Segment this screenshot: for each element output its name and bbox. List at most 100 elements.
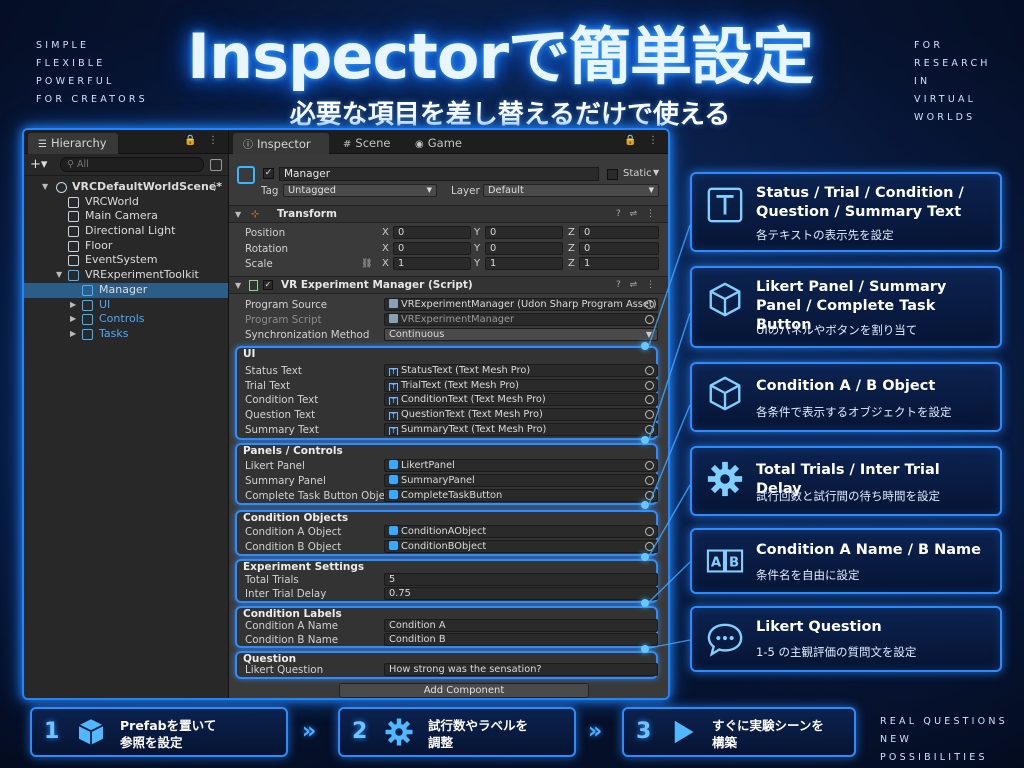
svg-text:A: A [711,556,722,571]
sync-method-value: Continuous [389,329,445,340]
rotation-z-field[interactable]: 0 [579,242,659,255]
cube-icon [68,211,79,223]
cube-icon [68,240,79,252]
total-trials-input[interactable]: 5 [384,573,658,586]
object-picker-icon[interactable] [645,410,654,419]
program-script-label: Program Script [245,314,322,326]
position-y-field[interactable]: 0 [485,226,563,239]
scale-y-field[interactable]: 1 [485,257,563,270]
tab-hierarchy[interactable]: ☰ Hierarchy [28,133,118,154]
question-text-field[interactable]: T QuestionText (Text Mesh Pro) [384,408,658,421]
hierarchy-item[interactable]: ▶ UI [24,298,228,313]
likert-panel-field[interactable]: LikertPanel [384,459,658,472]
tab-game[interactable]: ◉ Game [405,133,472,154]
component-enabled-checkbox[interactable]: ✓ [263,280,273,290]
active-checkbox[interactable]: ✓ [263,168,274,179]
filter-icon[interactable] [210,158,222,171]
hierarchy-item[interactable]: Floor [24,239,228,254]
collapse-arrow-icon[interactable]: ▼ [235,206,241,223]
hierarchy-item[interactable]: ▶ Tasks [24,327,228,342]
callout-title: Condition A Name / B Name [756,542,981,558]
summary-text-field[interactable]: T SummaryText (Text Mesh Pro) [384,423,658,436]
object-picker-icon[interactable] [645,491,654,500]
scale-x-field[interactable]: 1 [393,257,471,270]
connector-dot [641,599,649,607]
tab-inspector[interactable]: ⓘ Inspector [233,133,329,154]
summary-panel-field[interactable]: SummaryPanel [384,474,658,487]
object-picker-icon[interactable] [645,425,654,434]
status-text-field[interactable]: T StatusText (Text Mesh Pro) [384,364,658,377]
script-component-header[interactable]: ▼ ✓ VR Experiment Manager (Script) ? ⇌ ⋮ [229,276,668,294]
inter-trial-delay-input[interactable]: 0.75 [384,587,658,600]
hierarchy-item[interactable]: EventSystem [24,253,228,268]
step-text: すぐに実験シーンを 構築 [712,718,824,750]
gameobject-icon [389,526,398,535]
tagline-line: SIMPLE [36,40,90,51]
hierarchy-item-label: VRCWorld [85,194,139,208]
component-menu-icons[interactable]: ? ⇌ ⋮ [616,206,658,223]
expand-arrow-icon[interactable]: ▶ [70,312,76,327]
gameobject-icon [389,541,398,550]
more-icon[interactable]: ⋮ [209,180,220,195]
tab-scene[interactable]: # Scene [333,133,400,154]
likert-question-input[interactable]: How strong was the sensation? [384,663,658,676]
trial-text-field[interactable]: T TrialText (Text Mesh Pro) [384,379,658,392]
scale-z-field[interactable]: 1 [579,257,659,270]
expand-arrow-icon[interactable]: ▶ [70,298,76,313]
condition-text-field[interactable]: T ConditionText (Text Mesh Pro) [384,393,658,406]
object-picker-icon[interactable] [645,395,654,404]
collapse-arrow-icon[interactable]: ▼ [235,277,241,294]
sync-method-dropdown[interactable]: Continuous ▼ [384,328,658,341]
lock-icon[interactable]: 🔒 ⋮ [624,135,662,146]
expand-arrow-icon[interactable]: ▼ [42,180,48,195]
transform-header[interactable]: ▼ ⊹ Transform ? ⇌ ⋮ [229,205,668,223]
expand-arrow-icon[interactable]: ▶ [70,327,76,342]
prefab-icon [82,328,93,340]
object-picker-icon[interactable] [645,381,654,390]
hierarchy-item[interactable]: ▶ Controls [24,312,228,327]
position-z-field[interactable]: 0 [579,226,659,239]
hierarchy-item-selected[interactable]: Manager [24,282,228,298]
static-dropdown-icon[interactable]: ▼ [653,168,659,177]
hierarchy-item[interactable]: ▼ VRExperimentToolkit [24,268,228,283]
object-picker-icon[interactable] [645,366,654,375]
condition-a-object-field[interactable]: ConditionAObject [384,525,658,538]
component-menu-icons[interactable]: ? ⇌ ⋮ [616,277,658,294]
add-component-button[interactable]: Add Component [339,683,589,698]
add-object-button[interactable]: +▾ [30,157,54,172]
object-picker-icon[interactable] [645,461,654,470]
lock-icon[interactable]: 🔒 ⋮ [184,135,222,146]
complete-task-button-field[interactable]: CompleteTaskButton [384,489,658,502]
object-picker-icon[interactable] [645,476,654,485]
hierarchy-search-input[interactable]: ⚲ All [60,157,204,172]
hierarchy-tree: ▼ VRCDefaultWorldScene* ⋮ VRCWorld Main … [24,176,228,342]
object-picker-icon[interactable] [645,542,654,551]
layer-dropdown[interactable]: Default ▼ [483,184,659,197]
condition-b-object-field[interactable]: ConditionBObject [384,540,658,553]
object-name-field[interactable]: Manager [279,167,599,181]
expand-arrow-icon[interactable]: ▼ [56,268,62,283]
rotation-y-field[interactable]: 0 [485,242,563,255]
tag-dropdown[interactable]: Untagged ▼ [283,184,437,197]
text-icon: T [389,383,398,391]
condition-b-name-input[interactable]: Condition B [384,633,658,646]
program-source-field[interactable]: VRExperimentManager (Udon Sharp Program … [384,298,658,311]
object-picker-icon[interactable] [645,527,654,536]
cube-icon [68,226,79,238]
condition-a-name-input[interactable]: Condition A [384,619,658,632]
x-axis-label: X [382,243,389,254]
static-checkbox[interactable] [607,169,618,180]
callout-experiment-settings: Total Trials / Inter Trial Delay 試行回数と試行… [690,446,1002,516]
link-icon[interactable]: ⛓ [361,257,372,271]
hierarchy-item-scene[interactable]: ▼ VRCDefaultWorldScene* ⋮ [24,180,228,195]
object-picker-icon[interactable] [645,300,654,309]
position-x-field[interactable]: 0 [393,226,471,239]
script-title: VR Experiment Manager (Script) [281,279,473,291]
callout-desc: UIのパネルやボタンを割り当て [756,323,918,337]
gear-icon [707,461,743,497]
hierarchy-item[interactable]: VRCWorld [24,195,228,210]
rotation-x-field[interactable]: 0 [393,242,471,255]
hierarchy-item[interactable]: Directional Light [24,224,228,239]
hierarchy-item[interactable]: Main Camera [24,209,228,224]
tagline-line: FLEXIBLE [36,58,106,69]
